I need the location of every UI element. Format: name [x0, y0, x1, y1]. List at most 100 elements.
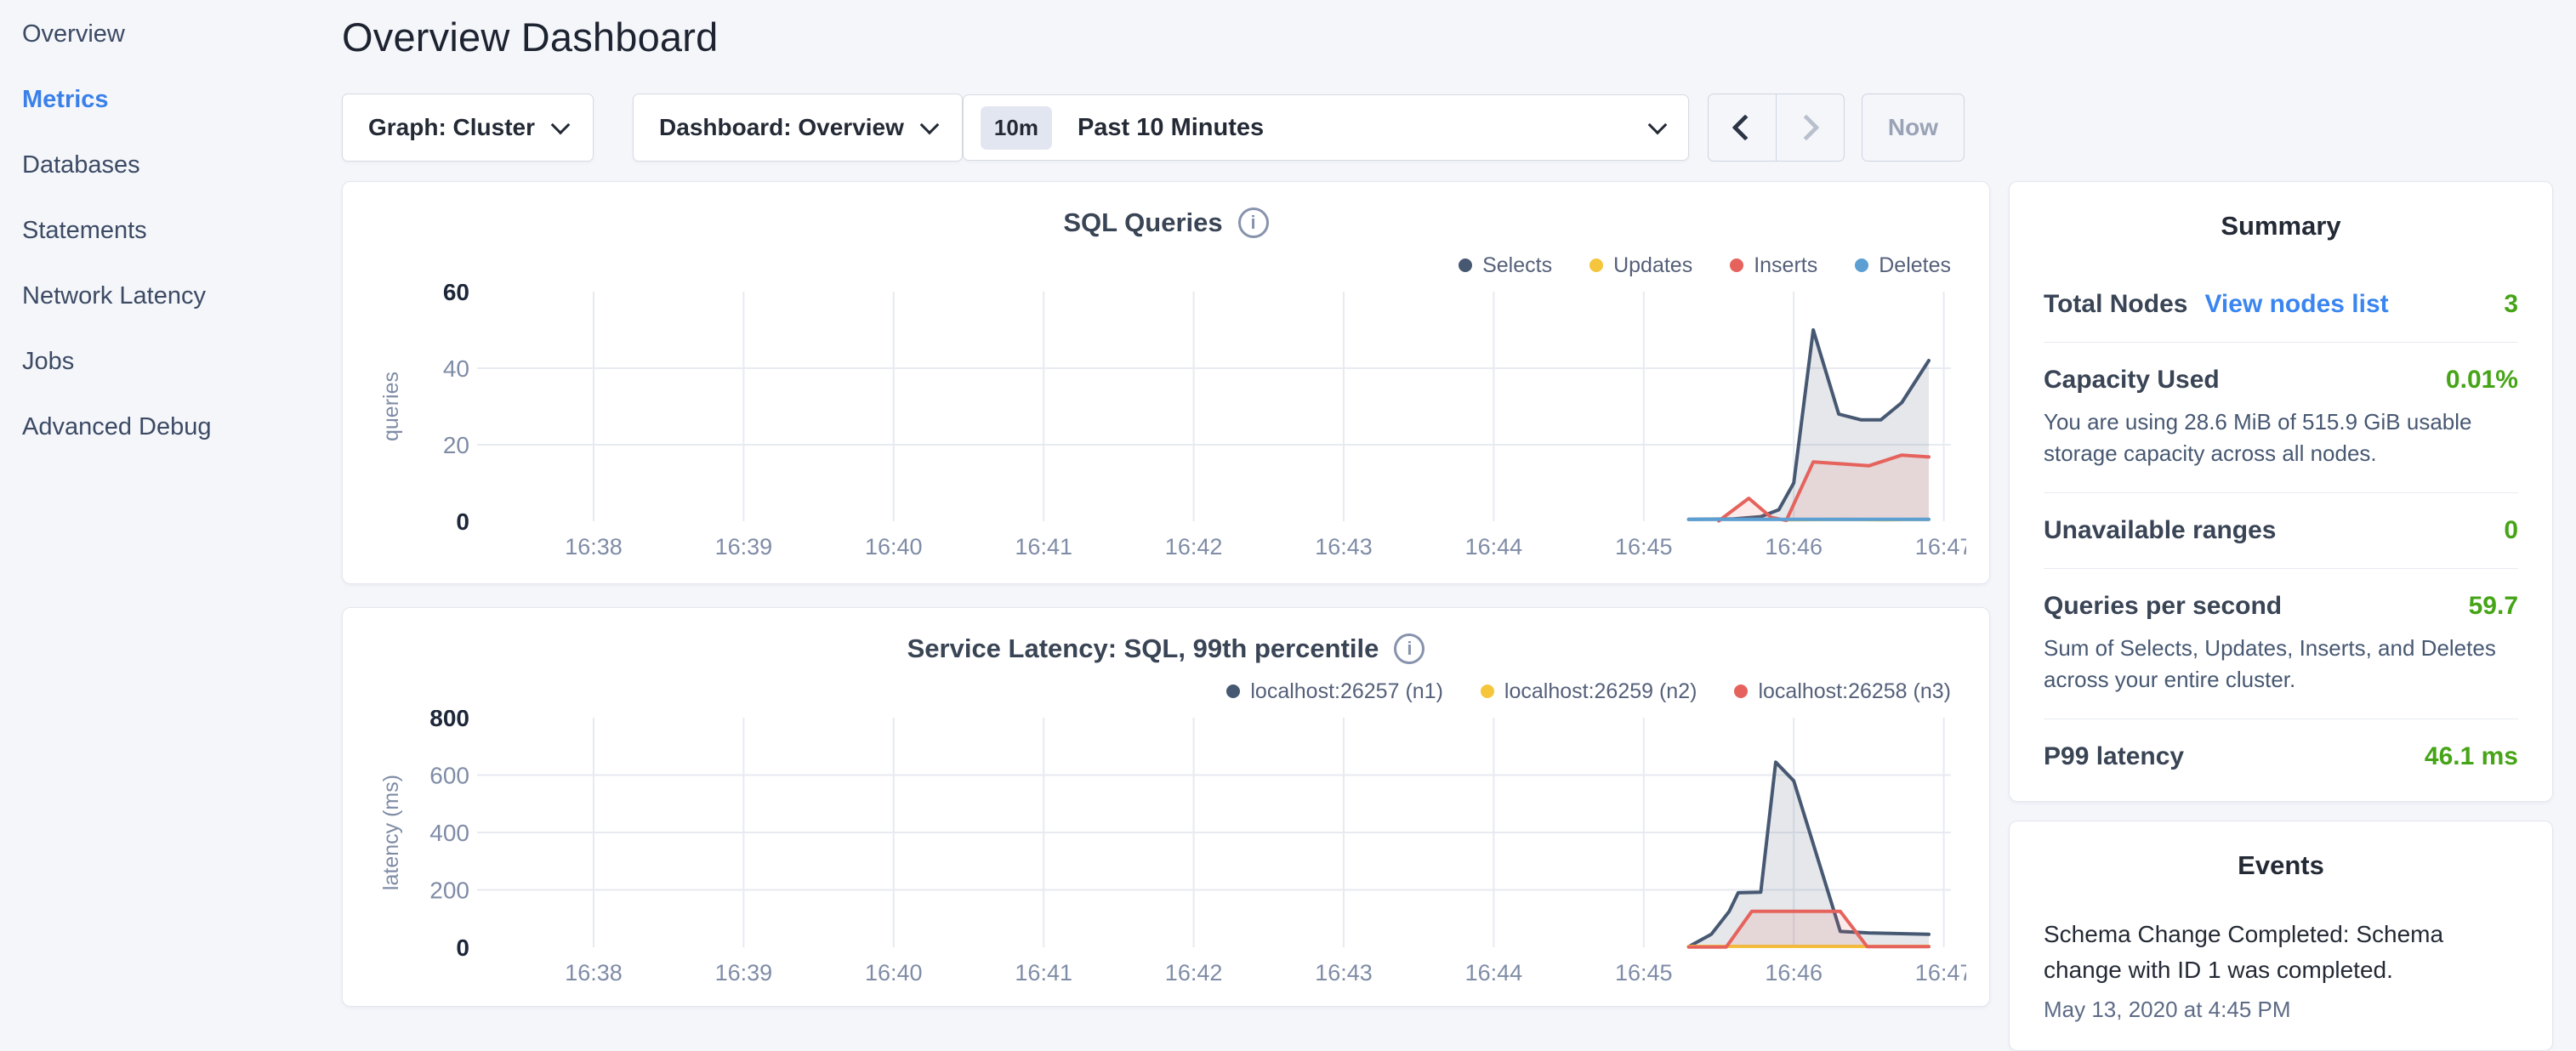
- summary-row-value: 59.7: [2469, 592, 2518, 621]
- legend-item: localhost:26258 (n3): [1734, 679, 1951, 704]
- right-column: Summary Total Nodes View nodes list 3 Capac…: [2009, 181, 2553, 1051]
- y-axis-tick-label: 0: [456, 935, 469, 961]
- service-latency-chart-card: Service Latency: SQL, 99th percentile i …: [342, 607, 1990, 1007]
- legend-label: localhost:26257 (n1): [1250, 679, 1443, 704]
- y-axis-label: queries: [379, 372, 403, 441]
- legend-dot-icon: [1730, 258, 1743, 272]
- series-fill-inserts: [1719, 455, 1929, 521]
- view-nodes-list-link[interactable]: View nodes list: [2204, 290, 2388, 319]
- info-icon[interactable]: i: [1238, 207, 1269, 238]
- chart-header: SQL Queries i: [367, 204, 1965, 241]
- x-axis-tick-label: 16:38: [565, 960, 623, 986]
- x-axis-tick-label: 16:40: [865, 960, 923, 986]
- dashboard-dropdown[interactable]: Dashboard: Overview: [633, 94, 963, 162]
- events-title: Events: [2044, 850, 2518, 881]
- legend-label: Deletes: [1879, 253, 1951, 278]
- summary-row-description: You are using 28.6 MiB of 515.9 GiB usab…: [2044, 406, 2518, 469]
- graph-dropdown-label: Graph: Cluster: [368, 114, 535, 141]
- y-axis-tick-label: 400: [429, 820, 469, 846]
- sidebar-item-advanced-debug[interactable]: Advanced Debug: [0, 395, 332, 460]
- legend-item: Updates: [1589, 253, 1692, 278]
- legend-dot-icon: [1226, 685, 1240, 698]
- legend-label: Inserts: [1754, 253, 1817, 278]
- x-axis-tick-label: 16:40: [865, 534, 923, 560]
- time-range-badge: 10m: [981, 106, 1052, 150]
- main-content: Overview Dashboard Graph: Cluster Dashbo…: [332, 0, 2576, 1051]
- legend-item: Deletes: [1855, 253, 1951, 278]
- y-axis-tick-label: 800: [429, 710, 469, 731]
- dashboard-dropdown-label: Dashboard: Overview: [659, 114, 904, 141]
- info-icon[interactable]: i: [1394, 633, 1424, 664]
- legend-item: Inserts: [1730, 253, 1817, 278]
- x-axis-tick-label: 16:39: [715, 534, 773, 560]
- summary-row: Unavailable ranges0: [2044, 492, 2518, 568]
- now-button[interactable]: Now: [1862, 94, 1965, 162]
- sidebar-item-statements[interactable]: Statements: [0, 198, 332, 264]
- legend-label: Updates: [1613, 253, 1692, 278]
- summary-row: Capacity Used0.01%You are using 28.6 MiB…: [2044, 342, 2518, 492]
- x-axis-tick-label: 16:45: [1615, 534, 1673, 560]
- y-axis-tick-label: 40: [443, 355, 469, 382]
- summary-row-label: Queries per second: [2044, 592, 2282, 621]
- prev-time-button[interactable]: [1709, 94, 1776, 161]
- chart-legend: Selects Updates Inserts Deletes: [367, 248, 1965, 282]
- y-axis-label: latency (ms): [379, 775, 403, 890]
- legend-item: localhost:26257 (n1): [1226, 679, 1443, 704]
- legend-item: localhost:26259 (n2): [1481, 679, 1697, 704]
- chevron-down-icon: [551, 116, 571, 135]
- legend-dot-icon: [1855, 258, 1868, 272]
- x-axis-tick-label: 16:44: [1465, 960, 1523, 986]
- chevron-down-icon: [1648, 116, 1668, 135]
- x-axis-tick-label: 16:45: [1615, 960, 1673, 986]
- chevron-right-icon: [1794, 114, 1820, 140]
- x-axis-tick-label: 16:46: [1765, 960, 1823, 986]
- x-axis-tick-label: 16:39: [715, 960, 773, 986]
- summary-row-label: Total Nodes: [2044, 290, 2187, 319]
- x-axis-tick-label: 16:43: [1315, 960, 1373, 986]
- legend-dot-icon: [1589, 258, 1603, 272]
- y-axis-tick-label: 200: [429, 878, 469, 904]
- x-axis-tick-label: 16:43: [1315, 534, 1373, 560]
- chart-title: SQL Queries: [1063, 207, 1222, 238]
- sidebar-item-metrics[interactable]: Metrics: [0, 67, 332, 133]
- event-text: Schema Change Completed: Schema change w…: [2044, 917, 2518, 988]
- time-range-label: Past 10 Minutes: [1078, 114, 1651, 142]
- summary-rows: Total Nodes View nodes list 3 Capacity Used…: [2044, 267, 2518, 794]
- x-axis-tick-label: 16:47: [1915, 960, 1966, 986]
- sql-queries-chart-plot[interactable]: 020406016:3816:3916:4016:4116:4216:4316:…: [367, 284, 1966, 566]
- sidebar-item-overview[interactable]: Overview: [0, 2, 332, 67]
- summary-row-label: Capacity Used: [2044, 366, 2220, 395]
- y-axis-tick-label: 20: [443, 432, 469, 458]
- summary-row: Queries per second 59.7 Sum of Selects, Up…: [2044, 568, 2518, 719]
- y-axis-tick-label: 0: [456, 508, 469, 535]
- page-title: Overview Dashboard: [342, 14, 2553, 60]
- legend-item: Selects: [1459, 253, 1552, 278]
- summary-row-value: 3: [2504, 290, 2518, 319]
- chevron-left-icon: [1732, 114, 1759, 140]
- x-axis-tick-label: 16:47: [1915, 534, 1966, 560]
- x-axis-tick-label: 16:46: [1765, 534, 1823, 560]
- x-axis-tick-label: 16:42: [1165, 534, 1223, 560]
- charts-column: SQL Queries i Selects Updates Inserts Delet…: [342, 181, 1990, 1051]
- service-latency-chart-plot[interactable]: 020040060080016:3816:3916:4016:4116:4216…: [367, 710, 1966, 992]
- chart-title: Service Latency: SQL, 99th percentile: [907, 633, 1379, 664]
- y-axis-tick-label: 60: [443, 284, 469, 305]
- legend-label: Selects: [1482, 253, 1552, 278]
- legend-dot-icon: [1481, 685, 1494, 698]
- events-panel: Events Schema Change Completed: Schema c…: [2009, 821, 2553, 1051]
- event-timestamp: May 13, 2020 at 4:45 PM: [2044, 997, 2518, 1023]
- sidebar-item-network-latency[interactable]: Network Latency: [0, 264, 332, 329]
- event-item[interactable]: Schema Change Completed: Schema change w…: [2044, 917, 2518, 1023]
- sidebar-item-jobs[interactable]: Jobs: [0, 329, 332, 395]
- sidebar-item-databases[interactable]: Databases: [0, 133, 332, 198]
- summary-title: Summary: [2044, 211, 2518, 241]
- time-range-selector[interactable]: 10m Past 10 Minutes: [963, 94, 1689, 161]
- next-time-button[interactable]: [1776, 94, 1844, 161]
- graph-dropdown[interactable]: Graph: Cluster: [342, 94, 594, 162]
- sidebar: OverviewMetricsDatabasesStatementsNetwor…: [0, 0, 332, 1051]
- summary-row-description: Sum of Selects, Updates, Inserts, and De…: [2044, 633, 2518, 696]
- events-list: Schema Change Completed: Schema change w…: [2044, 917, 2518, 1023]
- x-axis-tick-label: 16:42: [1165, 960, 1223, 986]
- x-axis-tick-label: 16:41: [1015, 960, 1072, 986]
- legend-label: localhost:26259 (n2): [1504, 679, 1697, 704]
